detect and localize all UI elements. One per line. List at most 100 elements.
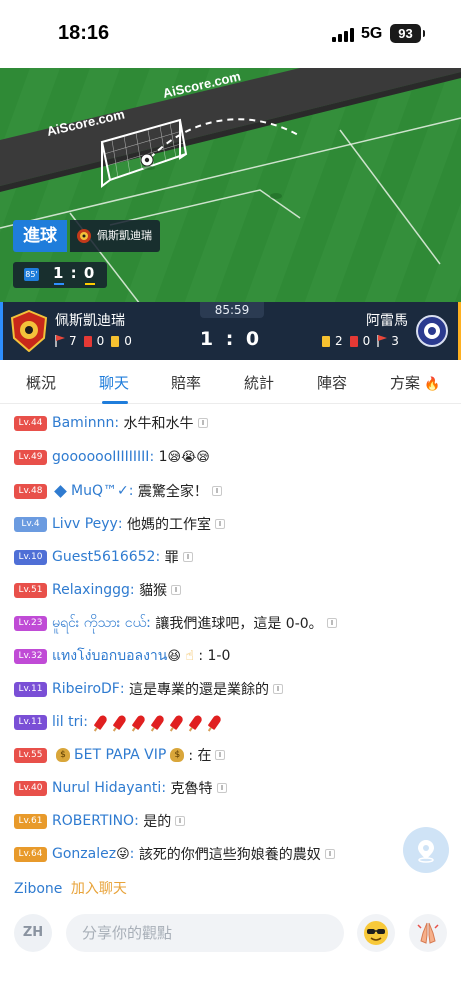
- chat-username[interactable]: Baminnn: [52, 415, 114, 431]
- match-animation[interactable]: AiScore.com AiScore.com 進球 佩斯凱迪瑞 85' 1 :…: [0, 68, 461, 302]
- tab-overview[interactable]: 概況: [26, 372, 56, 393]
- report-icon[interactable]: [215, 750, 226, 760]
- chat-message[interactable]: Lv.51 Relaxinggg: 貓猴: [14, 578, 182, 602]
- join-action: 加入聊天: [70, 881, 127, 897]
- main-score: 1 : 0: [199, 328, 263, 350]
- match-clock: 85:59: [200, 302, 264, 318]
- home-yellow-cards: 0: [124, 334, 132, 348]
- away-red-cards: 0: [362, 334, 371, 348]
- goal-team-name: 佩斯凱迪瑞: [97, 229, 152, 242]
- chat-list[interactable]: Lv.44 Baminnn: 水牛和水牛 Lv.49 gooooooIIIIII…: [0, 404, 461, 874]
- chat-text: 該死的你們這些狗娘養的農奴: [138, 847, 321, 863]
- chat-text: 是的: [143, 814, 172, 830]
- chat-input-bar: ZH 分享你的觀點: [0, 902, 461, 962]
- home-crest-icon[interactable]: [10, 310, 48, 352]
- location-float-button[interactable]: [403, 827, 449, 873]
- chat-message[interactable]: Lv.44 Baminnn: 水牛和水牛: [14, 411, 208, 435]
- report-icon[interactable]: [197, 418, 208, 428]
- chat-username[interactable]: MuQ™✓: [71, 483, 129, 499]
- popsicle-icon: [131, 713, 147, 731]
- cool-emoji-button[interactable]: [357, 914, 395, 952]
- chat-message[interactable]: Lv.48 MuQ™✓: 震驚全家！: [14, 479, 222, 503]
- home-team-name[interactable]: 佩斯凱迪瑞: [55, 310, 125, 330]
- status-bar: 18:16 5G 93: [0, 0, 461, 68]
- away-yellow-cards: 2: [335, 334, 343, 348]
- chat-text: 水牛和水牛: [123, 416, 194, 432]
- chat-message[interactable]: Lv.49 gooooooIIIIIIIII: 1 😪😭😪: [14, 445, 210, 469]
- report-icon[interactable]: [326, 618, 337, 628]
- chat-message[interactable]: Lv.55 $ БЕТ PAPA VIP $ : 在: [14, 743, 226, 767]
- report-icon[interactable]: [216, 783, 227, 793]
- chat-username[interactable]: RibeiroDF: [52, 681, 120, 697]
- chat-input[interactable]: 分享你的觀點: [66, 914, 344, 952]
- chat-username[interactable]: Relaxinggg: [52, 582, 130, 598]
- score-header: 85:59 佩斯凱迪瑞 7 0 0 1 : 0 阿雷馬 2 0 3: [0, 302, 461, 360]
- chat-message[interactable]: Lv.11 RibeiroDF: 這是專業的還是業餘的: [14, 677, 284, 701]
- popsicle-icon: [207, 713, 223, 731]
- chat-username[interactable]: แทงโง่บอกบอลงาน: [52, 645, 167, 667]
- chat-message[interactable]: Lv.10 Guest5616652: 罪: [14, 545, 193, 569]
- money-bag-icon: $: [56, 748, 70, 762]
- level-badge: Lv.10: [14, 549, 47, 565]
- tab-stats[interactable]: 統計: [244, 372, 274, 393]
- chat-message[interactable]: Lv.11 lil tri:: [14, 710, 230, 734]
- report-icon[interactable]: [182, 552, 193, 562]
- report-icon[interactable]: [273, 684, 284, 694]
- chat-username[interactable]: Nurul Hidayanti: [52, 780, 161, 796]
- report-icon[interactable]: [175, 816, 186, 826]
- away-color-bar: [85, 283, 95, 285]
- pray-emoji-button[interactable]: [409, 914, 447, 952]
- chat-message[interactable]: Lv.32 แทงโง่บอกบอลงาน 😆 ☝ : 1-0: [14, 644, 230, 668]
- away-crest-icon[interactable]: [416, 312, 448, 350]
- chat-username[interactable]: gooooooIIIIIIIII: [52, 449, 149, 465]
- popsicle-icon: [150, 713, 166, 731]
- popsicle-icon: [169, 713, 185, 731]
- chat-text: 克魯特: [170, 781, 213, 797]
- diamond-icon: [54, 484, 67, 498]
- chat-username[interactable]: Livv Peyy: [52, 516, 118, 532]
- tab-lineup[interactable]: 陣容: [317, 372, 347, 393]
- chat-username[interactable]: lil tri: [52, 714, 83, 730]
- away-team-name[interactable]: 阿雷馬: [366, 310, 408, 330]
- chat-message[interactable]: Lv.4 Livv Peyy: 他媽的工作室: [14, 512, 226, 536]
- language-button[interactable]: ZH: [14, 914, 52, 952]
- level-badge: Lv.49: [14, 449, 47, 465]
- mini-scoreboard: 85' 1 : 0: [13, 262, 107, 288]
- chat-text: 他媽的工作室: [127, 517, 212, 533]
- red-card-icon: [349, 335, 358, 347]
- level-badge: Lv.48: [14, 483, 47, 499]
- tab-odds[interactable]: 賠率: [171, 372, 201, 393]
- chat-username[interactable]: ROBERTINO: [52, 813, 134, 829]
- level-badge: Lv.4: [14, 516, 47, 532]
- chat-message[interactable]: Lv.23 မူရင်း ကိုသား ငယ်: 讓我們進球吧，這是 0-0。: [14, 611, 337, 635]
- report-icon[interactable]: [324, 849, 335, 859]
- report-icon[interactable]: [211, 486, 222, 496]
- chat-message[interactable]: Lv.61 ROBERTINO: 是的: [14, 809, 186, 833]
- join-username[interactable]: Zibone: [14, 881, 62, 897]
- report-icon[interactable]: [215, 519, 226, 529]
- chat-username[interactable]: Gonzalez: [52, 846, 116, 862]
- location-pin-icon: [418, 840, 434, 863]
- popsicle-icon: [188, 713, 204, 731]
- tab-plan[interactable]: 方案 🔥: [390, 372, 440, 393]
- chat-text: 震驚全家！: [137, 484, 208, 500]
- yellow-card-icon: [111, 335, 120, 347]
- chat-username[interactable]: Guest5616652: [52, 549, 155, 565]
- chat-message[interactable]: Lv.64 Gonzalez 😜: 該死的你們這些狗娘養的農奴: [14, 842, 335, 866]
- corner-flag-icon: [55, 335, 65, 347]
- tab-chat[interactable]: 聊天: [99, 372, 129, 393]
- popsicle-icon: [112, 713, 128, 731]
- level-badge: Lv.51: [14, 582, 47, 598]
- home-color-bar: [54, 283, 64, 285]
- chat-text: 這是專業的還是業餘的: [129, 682, 270, 698]
- report-icon[interactable]: [171, 585, 182, 595]
- battery-icon: 93: [390, 24, 425, 43]
- chat-message[interactable]: Lv.40 Nurul Hidayanti: 克魯特: [14, 776, 227, 800]
- signal-icon: [332, 28, 354, 42]
- grin-emoji-icon: 😆: [167, 648, 181, 664]
- chat-text: : 1-0: [198, 648, 231, 664]
- level-badge: Lv.23: [14, 615, 47, 631]
- chat-username[interactable]: БЕТ PAPA VIP: [74, 747, 166, 763]
- level-badge: Lv.11: [14, 714, 47, 730]
- chat-username[interactable]: မူရင်း ကိုသား ငယ်: [52, 613, 146, 634]
